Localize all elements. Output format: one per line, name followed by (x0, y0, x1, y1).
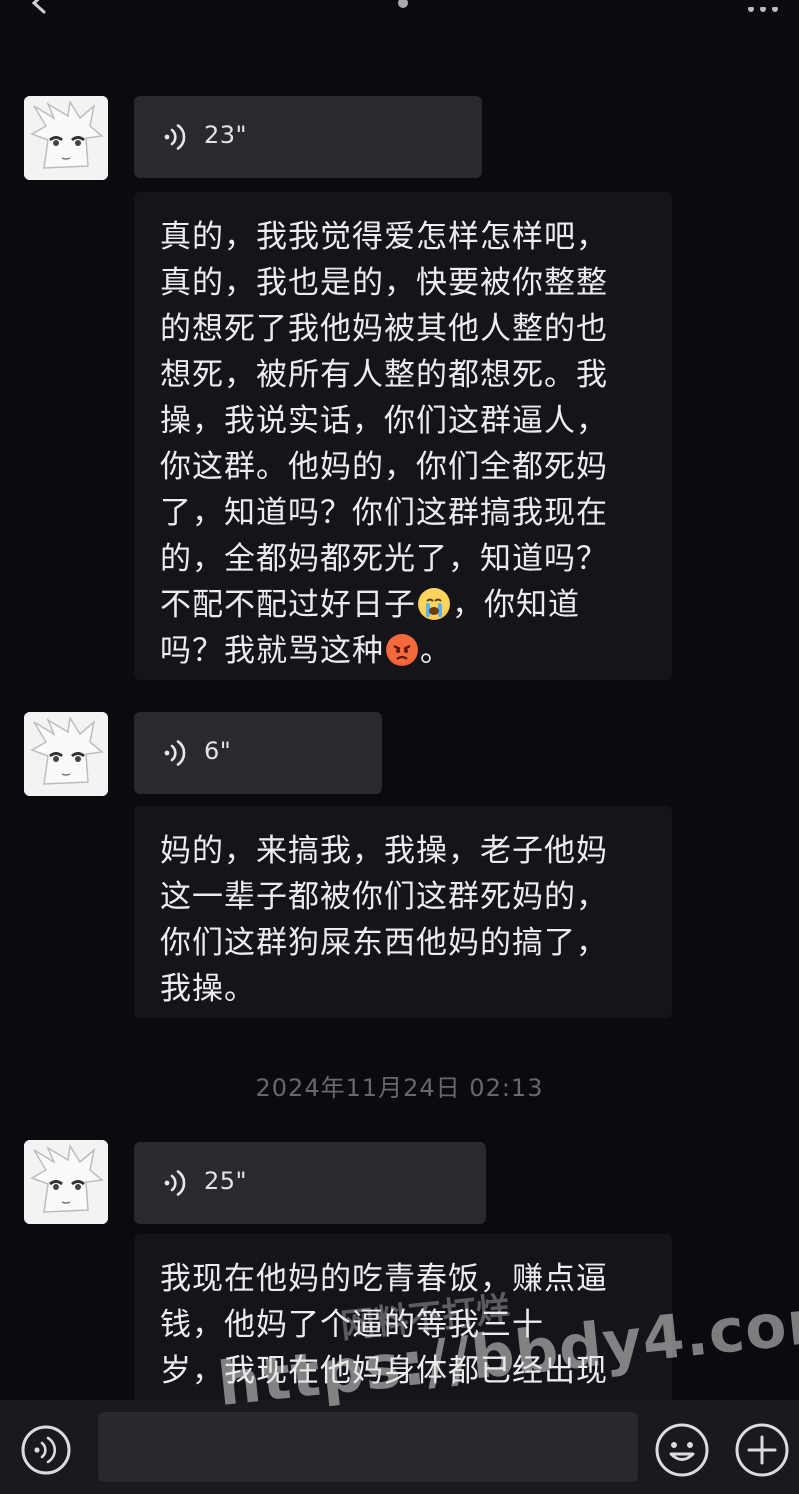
voice-wave-icon (164, 124, 186, 150)
transcript-line: 钱，他妈了个逼的等我三十 (160, 1307, 544, 1343)
voice-duration: 6" (204, 737, 232, 765)
transcript-line: 操，我说实话，你们这群逼人， (160, 403, 608, 439)
voice-duration: 25" (204, 1167, 248, 1195)
transcript-line: 你们这群狗屎东西他妈的搞了， (160, 925, 608, 961)
transcript-line: 真的，我也是的，快要被你整整 (160, 265, 608, 301)
chevron-left-icon[interactable] (28, 0, 50, 14)
transcript-line: 妈的，来搞我，我操，老子他妈 (160, 833, 608, 869)
transcript-text: 不配不配过好日子 (160, 587, 416, 623)
message-input[interactable] (98, 1412, 638, 1482)
input-bar (0, 1400, 799, 1494)
voice-message-bubble[interactable]: 6" (134, 712, 382, 794)
transcript-line: 不配不配过好日子 ，你知道 (160, 582, 648, 628)
transcript-line: 你这群。他妈的，你们全都死妈 (160, 449, 608, 485)
emoji-icon[interactable] (654, 1422, 710, 1478)
transcript-line: 了，知道吗？你们这群搞我现在 (160, 495, 608, 531)
transcript-line: 的想死了我他妈被其他人整的也 (160, 311, 608, 347)
top-bar (0, 0, 799, 40)
transcript-line: 岁，我现在他妈身体都已经出现 (160, 1353, 608, 1389)
angry-face-icon (386, 634, 418, 666)
transcript-line: 这一辈子都被你们这群死妈的， (160, 879, 608, 915)
anime-avatar-icon (24, 1140, 108, 1224)
transcript-line: 真的，我我觉得爱怎样怎样吧， (160, 219, 608, 255)
transcript-bubble[interactable]: 真的，我我觉得爱怎样怎样吧， 真的，我也是的，快要被你整整 的想死了我他妈被其他… (134, 192, 672, 680)
crying-face-icon (418, 588, 450, 620)
voice-input-icon[interactable] (20, 1424, 72, 1476)
voice-wave-icon (164, 740, 186, 766)
transcript-text: ，你知道 (452, 587, 580, 623)
voice-message-bubble[interactable]: 25" (134, 1142, 486, 1224)
transcript-line: 我现在他妈的吃青春饭，赚点逼 (160, 1261, 608, 1297)
anime-avatar-icon (24, 712, 108, 796)
plus-icon[interactable] (734, 1422, 790, 1478)
transcript-text: 吗？我就骂这种 (160, 633, 384, 669)
transcript-bubble[interactable]: 妈的，来搞我，我操，老子他妈 这一辈子都被你们这群死妈的， 你们这群狗屎东西他妈… (134, 806, 672, 1018)
transcript-line: 的，全都妈都死光了，知道吗？ (160, 541, 608, 577)
transcript-line: 吗？我就骂这种 。 (160, 628, 648, 674)
anime-avatar-icon (24, 96, 108, 180)
transcript-bubble[interactable]: 我现在他妈的吃青春饭，赚点逼 钱，他妈了个逼的等我三十 岁，我现在他妈身体都已经… (134, 1234, 672, 1414)
voice-message-bubble[interactable]: 23" (134, 96, 482, 178)
voice-duration: 23" (204, 121, 248, 149)
voice-wave-icon (164, 1170, 186, 1196)
timestamp: 2024年11月24日 02:13 (255, 1074, 544, 1102)
transcript-text: 。 (420, 633, 452, 669)
avatar[interactable] (24, 712, 108, 796)
more-icon[interactable] (743, 0, 783, 12)
avatar[interactable] (24, 96, 108, 180)
avatar[interactable] (24, 1140, 108, 1224)
transcript-line: 我操。 (160, 971, 256, 1007)
title-indicator (398, 0, 408, 8)
transcript-line: 想死，被所有人整的都想死。我 (160, 357, 608, 393)
